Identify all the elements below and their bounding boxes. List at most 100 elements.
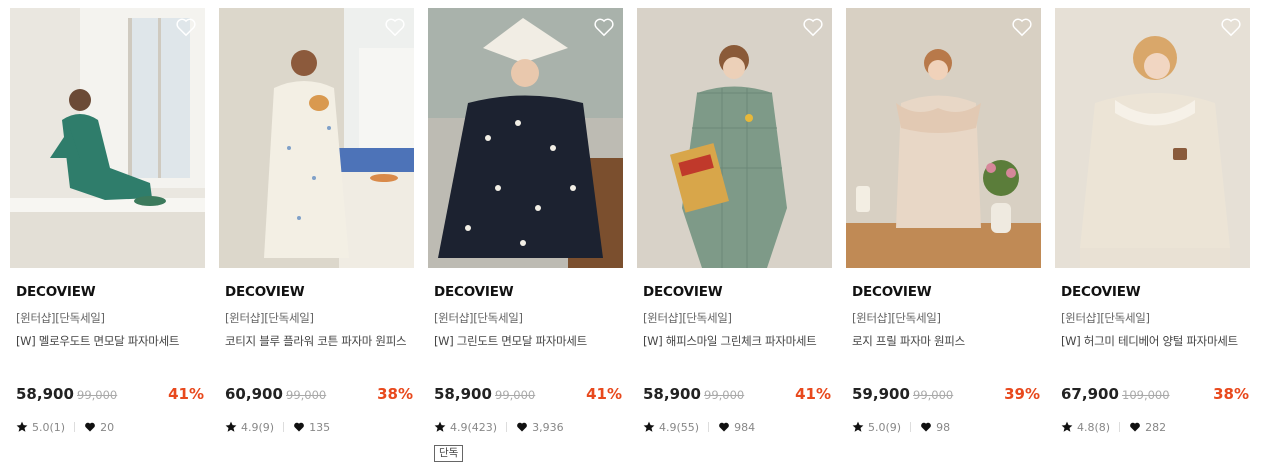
rating-text: 5.0(9)	[868, 420, 902, 434]
star-icon	[1061, 421, 1073, 433]
review-meta: 4.8(8) 282	[1061, 420, 1166, 434]
star-icon	[225, 421, 237, 433]
brand-name[interactable]: DECOVIEW	[434, 284, 514, 300]
review-meta: 5.0(1) 20	[16, 420, 114, 434]
product-card[interactable]: DECOVIEW [윈터샵][단독세일] [W] 해피스마일 그린체크 파자마세…	[637, 8, 832, 473]
wishlist-heart-button[interactable]	[1220, 17, 1242, 37]
star-icon	[852, 421, 864, 433]
product-card[interactable]: DECOVIEW [윈터샵][단독세일] 코티지 블루 플라워 코튼 파자마 원…	[219, 8, 414, 473]
discount-rate: 38%	[377, 385, 413, 403]
heart-filled-icon	[718, 421, 730, 433]
like-count: 135	[309, 420, 331, 434]
original-price: 99,000	[495, 388, 536, 402]
product-name[interactable]: 코티지 블루 플라워 코튼 파자마 원피스	[225, 334, 411, 349]
sale-price: 59,900	[852, 385, 910, 403]
review-meta: 4.9(55) 984	[643, 420, 755, 434]
price-row: 58,900 99,000 41%	[643, 385, 831, 405]
product-name[interactable]: 로지 프릴 파자마 원피스	[852, 334, 1038, 349]
wishlist-heart-button[interactable]	[802, 17, 824, 37]
product-photo	[637, 8, 832, 268]
promo-tag: [윈터샵][단독세일]	[643, 311, 732, 325]
product-photo	[1055, 8, 1250, 268]
exclusive-badge: 단독	[434, 445, 464, 462]
divider	[283, 422, 285, 432]
product-card[interactable]: DECOVIEW [윈터샵][단독세일] 로지 프릴 파자마 원피스 59,90…	[846, 8, 1041, 473]
heart-outline-icon	[1012, 18, 1032, 37]
divider	[910, 422, 912, 432]
rating-text: 4.9(55)	[659, 420, 700, 434]
product-image[interactable]	[1055, 8, 1250, 268]
promo-tag: [윈터샵][단독세일]	[16, 311, 105, 325]
heart-filled-icon	[516, 421, 528, 433]
rating-text: 5.0(1)	[32, 420, 66, 434]
heart-filled-icon	[84, 421, 96, 433]
product-image[interactable]	[428, 8, 623, 268]
like-count: 282	[1145, 420, 1167, 434]
divider	[708, 422, 710, 432]
wishlist-heart-button[interactable]	[384, 17, 406, 37]
price-row: 59,900 99,000 39%	[852, 385, 1040, 405]
rating-text: 4.9(9)	[241, 420, 275, 434]
like-count: 20	[100, 420, 115, 434]
original-price: 109,000	[1122, 388, 1170, 402]
divider	[74, 422, 76, 432]
review-meta: 4.9(9) 135	[225, 420, 330, 434]
brand-name[interactable]: DECOVIEW	[643, 284, 723, 300]
divider	[506, 422, 508, 432]
discount-rate: 39%	[1004, 385, 1040, 403]
heart-outline-icon	[594, 18, 614, 37]
product-photo	[219, 8, 414, 268]
rating-text: 4.9(423)	[450, 420, 498, 434]
product-name[interactable]: [W] 해피스마일 그린체크 파자마세트	[643, 334, 829, 349]
divider	[1119, 422, 1121, 432]
brand-name[interactable]: DECOVIEW	[225, 284, 305, 300]
heart-filled-icon	[1129, 421, 1141, 433]
promo-tag: [윈터샵][단독세일]	[434, 311, 523, 325]
price-row: 58,900 99,000 41%	[434, 385, 622, 405]
original-price: 99,000	[77, 388, 118, 402]
heart-filled-icon	[920, 421, 932, 433]
like-count: 984	[734, 420, 756, 434]
wishlist-heart-button[interactable]	[593, 17, 615, 37]
promo-tag: [윈터샵][단독세일]	[852, 311, 941, 325]
heart-filled-icon	[293, 421, 305, 433]
promo-tag: [윈터샵][단독세일]	[225, 311, 314, 325]
product-grid: DECOVIEW [윈터샵][단독세일] [W] 멜로우도트 면모달 파자마세트…	[10, 8, 1260, 473]
product-name[interactable]: [W] 허그미 테디베어 양털 파자마세트	[1061, 334, 1247, 349]
brand-name[interactable]: DECOVIEW	[1061, 284, 1141, 300]
star-icon	[643, 421, 655, 433]
star-icon	[434, 421, 446, 433]
discount-rate: 38%	[1213, 385, 1249, 403]
wishlist-heart-button[interactable]	[1011, 17, 1033, 37]
rating-text: 4.8(8)	[1077, 420, 1111, 434]
original-price: 99,000	[286, 388, 327, 402]
review-meta: 5.0(9) 98	[852, 420, 950, 434]
product-name[interactable]: [W] 멜로우도트 면모달 파자마세트	[16, 334, 202, 349]
discount-rate: 41%	[795, 385, 831, 403]
heart-outline-icon	[176, 18, 196, 37]
heart-outline-icon	[803, 18, 823, 37]
price-row: 67,900 109,000 38%	[1061, 385, 1249, 405]
sale-price: 60,900	[225, 385, 283, 403]
product-image[interactable]	[637, 8, 832, 268]
brand-name[interactable]: DECOVIEW	[16, 284, 96, 300]
product-name[interactable]: [W] 그린도트 면모달 파자마세트	[434, 334, 620, 349]
product-image[interactable]	[846, 8, 1041, 268]
product-photo	[428, 8, 623, 268]
product-card[interactable]: DECOVIEW [윈터샵][단독세일] [W] 멜로우도트 면모달 파자마세트…	[10, 8, 205, 473]
price-row: 60,900 99,000 38%	[225, 385, 413, 405]
product-card[interactable]: DECOVIEW [윈터샵][단독세일] [W] 허그미 테디베어 양털 파자마…	[1055, 8, 1250, 473]
product-photo	[846, 8, 1041, 268]
product-photo	[10, 8, 205, 268]
sale-price: 58,900	[16, 385, 74, 403]
product-image[interactable]	[10, 8, 205, 268]
original-price: 99,000	[913, 388, 954, 402]
star-icon	[16, 421, 28, 433]
promo-tag: [윈터샵][단독세일]	[1061, 311, 1150, 325]
brand-name[interactable]: DECOVIEW	[852, 284, 932, 300]
sale-price: 58,900	[434, 385, 492, 403]
product-card[interactable]: DECOVIEW [윈터샵][단독세일] [W] 그린도트 면모달 파자마세트 …	[428, 8, 623, 473]
wishlist-heart-button[interactable]	[175, 17, 197, 37]
product-image[interactable]	[219, 8, 414, 268]
heart-outline-icon	[385, 18, 405, 37]
